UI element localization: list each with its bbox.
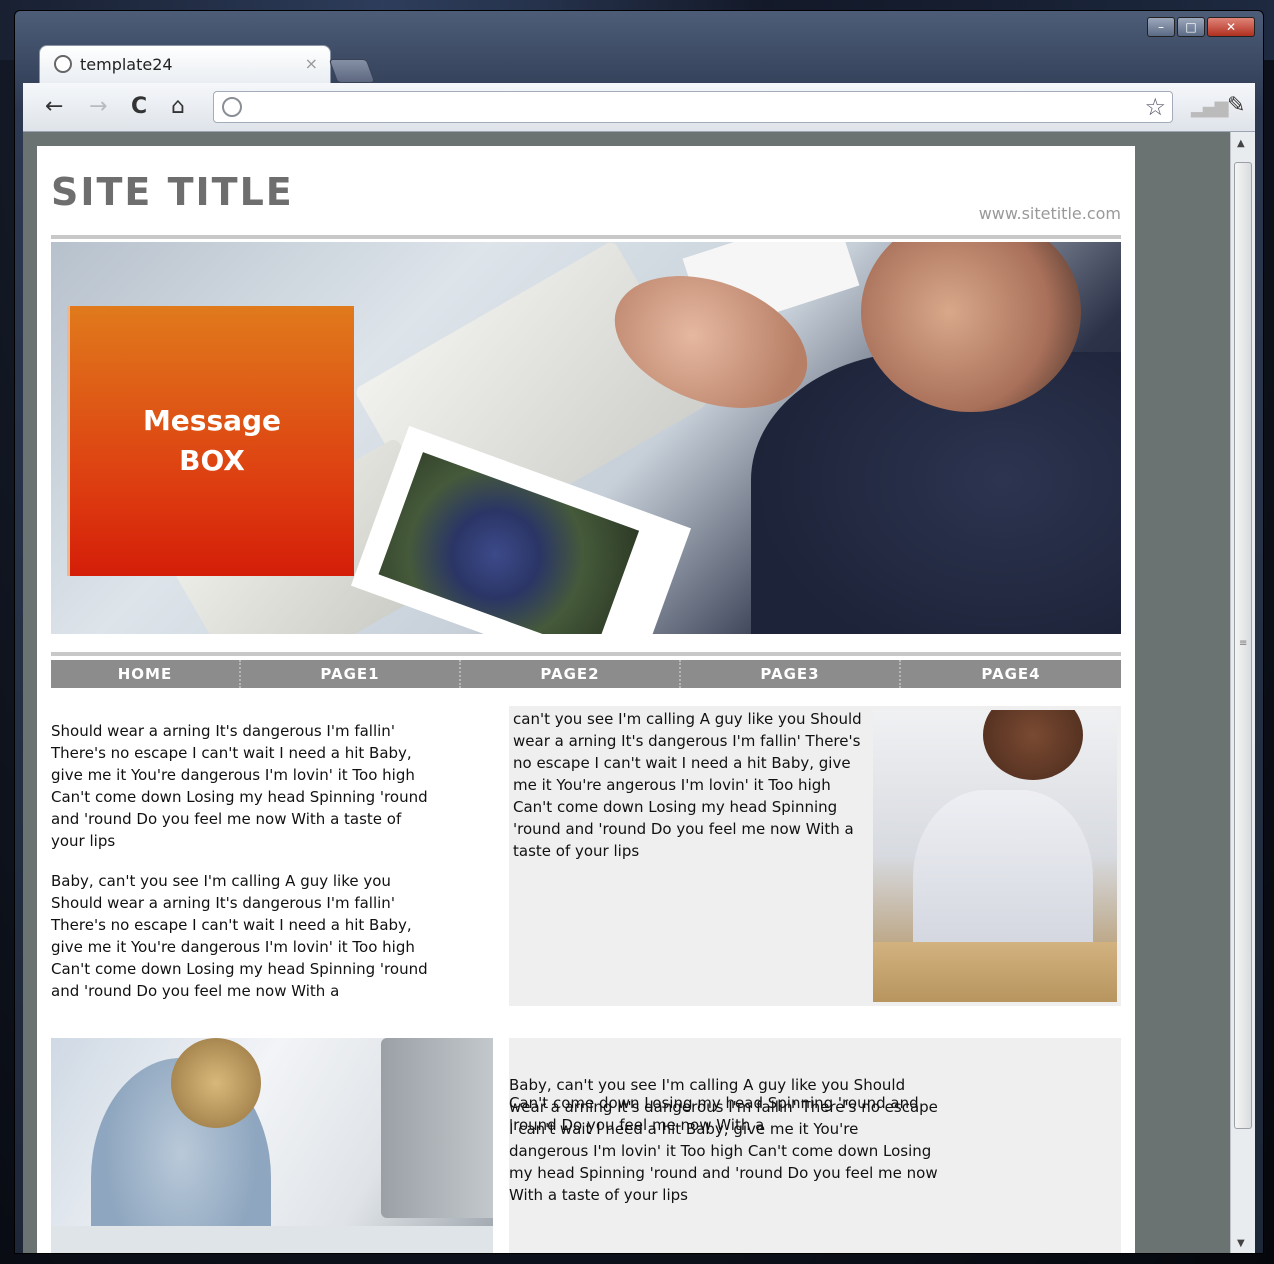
tab-title: template24 xyxy=(80,55,173,74)
nav-home[interactable]: HOME xyxy=(51,660,241,688)
nav-page2[interactable]: PAGE2 xyxy=(461,660,681,688)
maximize-button[interactable]: □ xyxy=(1177,17,1205,37)
home-icon[interactable]: ⌂ xyxy=(171,95,185,119)
photo-a-face xyxy=(983,710,1083,780)
content-box-bottom: Baby, can't you see I'm calling A guy li… xyxy=(509,1038,1121,1253)
nav-page3[interactable]: PAGE3 xyxy=(681,660,901,688)
browser-toolbar: ← → C ⌂ ☆ ▂▄▆ ✎ xyxy=(23,83,1255,132)
left-paragraph-1: Should wear a arning It's dangerous I'm … xyxy=(51,722,428,850)
globe-icon xyxy=(54,55,72,73)
reload-icon[interactable]: C xyxy=(131,95,147,119)
bookmark-star-icon[interactable]: ☆ xyxy=(1144,93,1166,121)
site-url[interactable]: www.sitetitle.com xyxy=(979,204,1121,223)
hero-image: Message BOX xyxy=(51,242,1121,634)
web-page: SITE TITLE www.sitetitle.com Message BOX xyxy=(37,146,1135,1253)
content-box-right: can't you see I'm calling A guy like you… xyxy=(509,706,1121,1006)
main-nav: HOME PAGE1 PAGE2 PAGE3 PAGE4 xyxy=(51,660,1121,688)
nav-divider xyxy=(51,652,1121,656)
headset-woman-photo xyxy=(873,710,1117,1002)
close-window-button[interactable]: ✕ xyxy=(1207,17,1255,37)
page-actions-icon[interactable]: ▂▄▆ xyxy=(1191,97,1229,118)
back-icon[interactable]: ← xyxy=(45,95,63,119)
address-bar[interactable]: ☆ xyxy=(213,91,1173,123)
header-divider xyxy=(51,235,1121,239)
photo-b-monitor xyxy=(381,1038,493,1218)
vertical-scrollbar[interactable]: ▲ ≡ ▼ xyxy=(1230,132,1255,1253)
browser-tab[interactable]: template24 × xyxy=(39,45,331,84)
scroll-up-icon[interactable]: ▲ xyxy=(1237,138,1245,149)
content-box-right-text: can't you see I'm calling A guy like you… xyxy=(513,710,862,860)
scroll-down-icon[interactable]: ▼ xyxy=(1237,1238,1245,1249)
message-box: Message BOX xyxy=(67,306,354,576)
new-tab-button[interactable] xyxy=(328,59,376,83)
browser-window: – □ ✕ template24 × ← → C ⌂ ☆ ▂▄▆ ✎ SITE … xyxy=(14,10,1264,1254)
nav-page1[interactable]: PAGE1 xyxy=(241,660,461,688)
tab-close-icon[interactable]: × xyxy=(305,54,318,73)
grape-photo-inner xyxy=(378,452,640,634)
page-globe-icon xyxy=(222,97,242,117)
window-controls: – □ ✕ xyxy=(1147,17,1255,37)
left-paragraph-2: Baby, can't you see I'm calling A guy li… xyxy=(51,872,428,1000)
left-text-column: Should wear a arning It's dangerous I'm … xyxy=(51,720,431,1002)
bottom-paragraph-2: Can't come down Losing my head Spinning … xyxy=(509,1094,919,1134)
message-box-text: Message BOX xyxy=(142,404,282,477)
call-center-photo xyxy=(51,1038,493,1253)
wrench-menu-icon[interactable]: ✎ xyxy=(1227,93,1245,118)
page-viewport: SITE TITLE www.sitetitle.com Message BOX xyxy=(23,132,1255,1253)
photo-a-desk xyxy=(873,942,1117,1002)
photo-b-desk xyxy=(51,1226,493,1253)
forward-icon[interactable]: → xyxy=(89,95,107,119)
scrollbar-grip-icon: ≡ xyxy=(1239,638,1248,649)
nav-page4[interactable]: PAGE4 xyxy=(901,660,1121,688)
scrollbar-thumb[interactable]: ≡ xyxy=(1234,162,1252,1129)
minimize-button[interactable]: – xyxy=(1147,17,1175,37)
photo-b-hair xyxy=(171,1038,261,1128)
site-title: SITE TITLE xyxy=(51,170,294,214)
